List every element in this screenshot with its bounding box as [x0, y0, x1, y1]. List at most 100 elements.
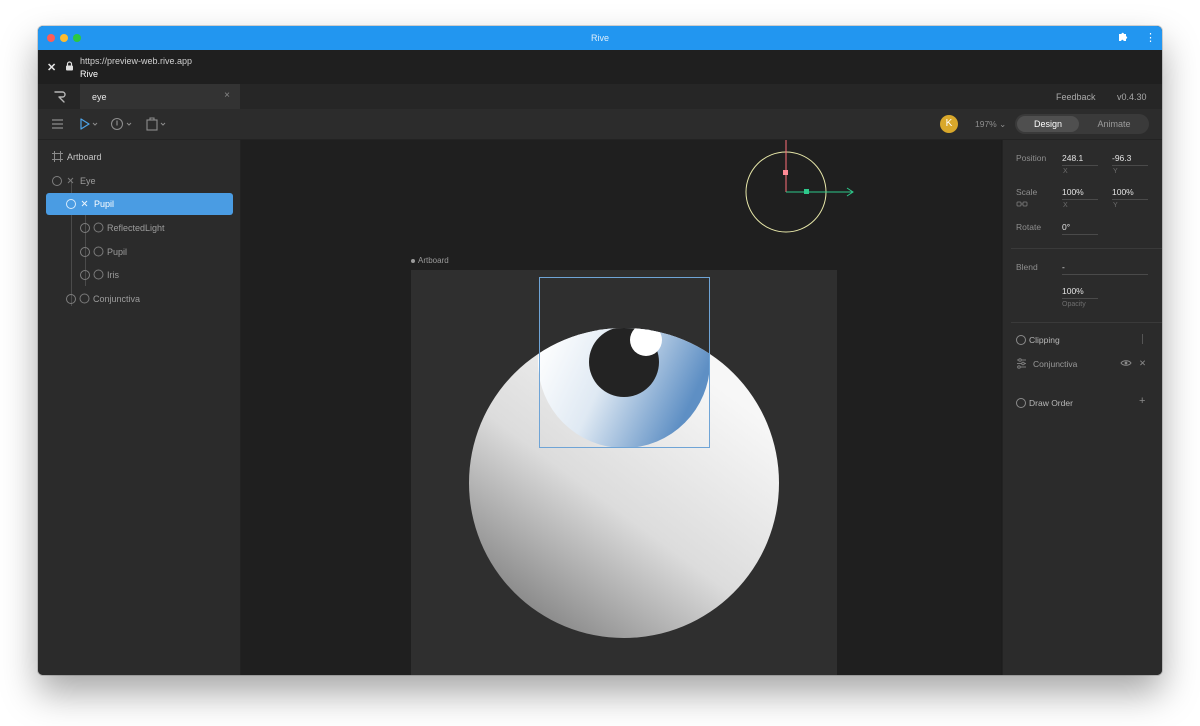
ellipse-icon — [79, 293, 90, 304]
window-title: Rive — [590, 33, 609, 43]
hierarchy-item-pupil-group[interactable]: Pupil — [46, 193, 233, 215]
input-underline — [1062, 298, 1098, 299]
inspector-panel: Position 248.1 X -96.3 Y Scale 100% X 10… — [1002, 140, 1162, 675]
pen-tool-icon[interactable] — [110, 116, 134, 132]
eye-visibility-icon[interactable] — [1120, 358, 1132, 370]
blend-select[interactable]: - — [1062, 262, 1065, 272]
hierarchy-label: Eye — [80, 176, 96, 186]
expand-icon[interactable] — [80, 270, 90, 280]
hierarchy-item-conjunctiva[interactable]: Conjunctiva — [46, 288, 233, 310]
opacity-label: Opacity — [1062, 301, 1086, 308]
lock-icon — [65, 61, 74, 71]
hierarchy-panel: Artboard Eye Pupil ReflectedLight Pupil … — [38, 140, 241, 675]
page-title: Rive — [80, 69, 99, 79]
x-axis-label: X — [1063, 168, 1068, 175]
scale-label: Scale — [1016, 187, 1038, 197]
clip-shape-name[interactable]: Conjunctiva — [1033, 359, 1077, 369]
hamburger-menu-icon[interactable] — [51, 116, 65, 132]
kebab-menu-icon[interactable]: ⋮ — [1145, 31, 1156, 45]
artboard-name: Artboard — [418, 256, 449, 265]
close-icon[interactable]: ✕ — [47, 61, 56, 74]
input-underline — [1062, 274, 1148, 275]
add-draw-order-icon[interactable]: + — [1139, 395, 1145, 407]
section-divider — [1011, 248, 1162, 249]
hierarchy-item-pupil[interactable]: Pupil — [46, 241, 233, 263]
collapse-icon[interactable] — [66, 199, 76, 209]
scale-y-input[interactable]: 100% — [1112, 187, 1134, 197]
input-underline — [1062, 165, 1098, 166]
hierarchy-label: ReflectedLight — [107, 223, 165, 233]
tab-label: eye — [92, 92, 107, 102]
title-bar: Rive ⋮ — [38, 26, 1162, 50]
rotate-label: Rotate — [1016, 222, 1042, 232]
artboard-icon — [52, 151, 63, 162]
clipping-divider — [1142, 334, 1143, 344]
collapse-icon[interactable] — [52, 176, 62, 186]
design-mode-button[interactable]: Design — [1017, 116, 1079, 132]
position-x-input[interactable]: 248.1 — [1062, 153, 1083, 163]
link-scale-icon[interactable] — [1016, 199, 1028, 211]
hierarchy-label: Conjunctiva — [93, 294, 141, 304]
blend-label: Blend — [1016, 262, 1038, 272]
rotate-input[interactable]: 0° — [1062, 222, 1070, 232]
group-icon — [65, 175, 76, 186]
expand-icon[interactable] — [80, 223, 90, 233]
input-underline — [1112, 199, 1148, 200]
y-axis-label: Y — [1113, 202, 1118, 209]
url-bar: ✕ https://preview-web.rive.app Rive — [38, 50, 1162, 85]
browser-window: Rive ⋮ ✕ https://preview-web.rive.app Ri… — [38, 26, 1162, 675]
avatar[interactable]: K — [940, 115, 958, 133]
artboard-label[interactable]: Artboard — [411, 256, 449, 265]
hierarchy-item-reflectedlight[interactable]: ReflectedLight — [46, 217, 233, 239]
position-label: Position — [1016, 153, 1047, 163]
stage-canvas[interactable]: Artboard — [241, 140, 1001, 675]
position-y-input[interactable]: -96.3 — [1112, 153, 1131, 163]
hierarchy-label: Artboard — [67, 152, 102, 162]
puzzle-icon[interactable] — [1117, 31, 1129, 47]
reflected-light-shape — [630, 328, 662, 356]
artboard-dot-icon — [411, 258, 415, 263]
input-underline — [1112, 165, 1148, 166]
animate-mode-button[interactable]: Animate — [1081, 116, 1147, 132]
hierarchy-label: Pupil — [107, 247, 128, 257]
clipping-header[interactable]: Clipping — [1029, 335, 1060, 345]
rive-logo-icon[interactable] — [52, 89, 68, 105]
select-tool-icon[interactable] — [78, 116, 100, 132]
expand-icon[interactable] — [66, 294, 76, 304]
hierarchy-item-iris[interactable]: Iris — [46, 264, 233, 286]
artboard[interactable] — [411, 270, 837, 675]
hierarchy-item-artboard[interactable]: Artboard — [46, 146, 233, 168]
version-label: v0.4.30 — [1117, 92, 1147, 102]
y-axis-label: Y — [1113, 168, 1118, 175]
section-divider — [1011, 322, 1162, 323]
ellipse-icon — [93, 222, 104, 233]
tab-close-icon[interactable]: × — [224, 90, 230, 101]
zoom-dropdown[interactable]: 197% ⌄ — [975, 119, 1006, 130]
draw-order-header[interactable]: Draw Order — [1029, 398, 1073, 408]
draw-order-collapse-icon[interactable] — [1016, 398, 1026, 408]
hierarchy-item-eye[interactable]: Eye — [46, 170, 233, 192]
editor-tab-bar: eye × Feedback v0.4.30 — [38, 84, 1162, 109]
eye-illustration[interactable] — [411, 270, 837, 675]
opacity-input[interactable]: 100% — [1062, 286, 1084, 296]
remove-clip-icon[interactable]: ✕ — [1139, 358, 1146, 369]
zoom-value: 197% — [975, 119, 997, 129]
input-underline — [1062, 199, 1098, 200]
hierarchy-label: Iris — [107, 270, 119, 280]
feedback-link[interactable]: Feedback — [1056, 92, 1096, 102]
clipping-collapse-icon[interactable] — [1016, 335, 1026, 345]
url-text[interactable]: https://preview-web.rive.app — [80, 56, 192, 66]
group-icon — [79, 198, 90, 209]
transform-gizmo[interactable] — [741, 140, 861, 240]
scale-x-input[interactable]: 100% — [1062, 187, 1084, 197]
editor-toolbar: K 197% ⌄ Design Animate — [38, 109, 1162, 140]
clip-shape-icon — [1016, 358, 1027, 371]
x-axis-label: X — [1063, 202, 1068, 209]
expand-icon[interactable] — [80, 247, 90, 257]
input-underline — [1062, 234, 1098, 235]
shape-tool-icon[interactable] — [145, 116, 169, 132]
tab-eye[interactable]: eye × — [80, 84, 240, 109]
ellipse-icon — [93, 269, 104, 280]
hierarchy-label: Pupil — [94, 199, 115, 209]
ellipse-icon — [93, 246, 104, 257]
